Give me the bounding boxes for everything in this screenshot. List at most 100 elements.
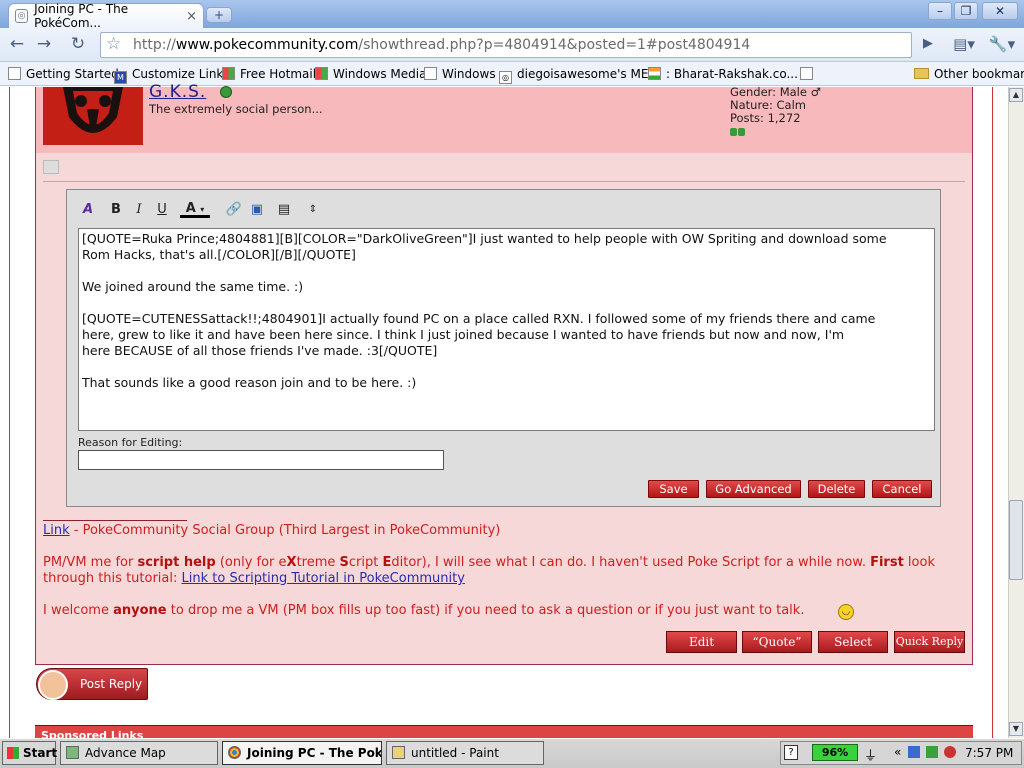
- restore-button[interactable]: ❐: [954, 2, 978, 20]
- reputation-icon: [730, 125, 746, 136]
- italic-button[interactable]: I: [129, 201, 149, 219]
- security-shield-icon[interactable]: [944, 746, 956, 758]
- address-bar[interactable]: http://www.pokecommunity.com/showthread.…: [100, 32, 912, 58]
- reason-for-editing-input[interactable]: [78, 450, 444, 470]
- underline-button[interactable]: U: [152, 201, 172, 219]
- signature-text: (only for e: [215, 555, 287, 570]
- task-chrome[interactable]: Joining PC - The Poké...: [222, 741, 382, 765]
- post-username[interactable]: G.K.S.: [149, 82, 206, 102]
- signature-divider: [43, 520, 187, 521]
- help-icon[interactable]: ?: [784, 745, 798, 760]
- windows-flag-icon: [315, 67, 328, 80]
- post-reply-label: Post Reply: [80, 677, 143, 691]
- power-plug-icon[interactable]: ⏚: [864, 745, 877, 764]
- edit-post-button[interactable]: Edit: [666, 631, 737, 653]
- advance-map-icon: [66, 746, 79, 759]
- bookmark-label: Other bookmarks: [934, 67, 1024, 81]
- forward-arrow-icon[interactable]: →: [32, 33, 56, 57]
- signature-text: - PokeCommunity Social Group (Third Larg…: [69, 523, 501, 538]
- bookmark-windows-media[interactable]: Windows Media: [315, 66, 426, 82]
- page-menu-icon[interactable]: ▤▾: [950, 33, 978, 57]
- quote-post-button[interactable]: “Quote”: [742, 631, 812, 653]
- url-prefix: http://: [133, 37, 176, 53]
- social-group-link[interactable]: Link: [43, 523, 70, 538]
- save-button[interactable]: Save: [648, 480, 699, 498]
- task-label: Joining PC - The Poké...: [247, 746, 382, 760]
- close-window-button[interactable]: ✕: [982, 2, 1018, 20]
- show-hidden-icons[interactable]: «: [894, 745, 901, 759]
- signature-text: PM/VM me for: [43, 555, 138, 570]
- page-icon: [800, 67, 813, 80]
- signature-text: I welcome: [43, 603, 114, 618]
- site-icon: ◎: [499, 71, 512, 84]
- india-flag-icon: [648, 67, 661, 80]
- scroll-up-arrow-icon[interactable]: ▲: [1009, 88, 1023, 102]
- network-icon[interactable]: [908, 746, 920, 758]
- signature-bold: anyone: [113, 603, 167, 618]
- start-button[interactable]: Start: [2, 741, 58, 765]
- bookmark-label: Windows: [442, 67, 496, 81]
- post-reply-button[interactable]: Post Reply: [36, 668, 148, 700]
- font-color-button[interactable]: A ▾: [180, 201, 210, 218]
- bookmark-free-hotmail[interactable]: Free Hotmail: [222, 66, 316, 82]
- insert-link-icon[interactable]: 🔗: [224, 201, 244, 219]
- quick-reply-button[interactable]: Quick Reply: [894, 631, 965, 653]
- windows-flag-icon: [222, 67, 235, 80]
- go-advanced-button[interactable]: Go Advanced: [706, 480, 801, 498]
- scroll-down-arrow-icon[interactable]: ▼: [1009, 722, 1023, 736]
- ram-logo-icon: [63, 87, 123, 133]
- reason-for-editing-label: Reason for Editing:: [78, 436, 183, 449]
- cancel-button[interactable]: Cancel: [872, 480, 932, 498]
- bookmark-bharat-rakshak[interactable]: : Bharat-Rakshak.co...: [648, 66, 798, 82]
- msn-icon: M: [114, 71, 127, 84]
- bookmark-unnamed[interactable]: [800, 66, 818, 82]
- signal-icon[interactable]: [926, 746, 938, 758]
- page-scrollbar[interactable]: [1008, 87, 1024, 738]
- bookmark-label: Customize Links: [132, 67, 230, 81]
- other-bookmarks[interactable]: Other bookmarks: [914, 66, 1024, 82]
- delete-button[interactable]: Delete: [808, 480, 865, 498]
- bookmark-label: diegoisawesome's ME...: [517, 67, 660, 81]
- bookmark-label: Getting Started: [26, 67, 119, 81]
- bookmark-customize-links[interactable]: M Customize Links: [114, 66, 230, 84]
- select-post-button[interactable]: Select: [818, 631, 888, 653]
- task-advance-map[interactable]: Advance Map: [60, 741, 218, 765]
- post-icon: [43, 160, 59, 174]
- bookmark-diegoisawesome[interactable]: ◎ diegoisawesome's ME...: [499, 66, 660, 84]
- insert-image-icon[interactable]: ▣: [247, 201, 267, 219]
- bookmark-label: Free Hotmail: [240, 67, 317, 81]
- bookmark-star-icon[interactable]: ☆: [106, 34, 121, 54]
- start-label: Start: [23, 746, 58, 760]
- insert-quote-icon[interactable]: ▤: [274, 201, 294, 219]
- bookmark-windows[interactable]: Windows: [424, 66, 496, 82]
- browser-tab[interactable]: ◎ Joining PC - The PokéCom... ×: [8, 2, 204, 30]
- go-arrow-icon[interactable]: ▶: [916, 33, 940, 57]
- clock[interactable]: 7:57 PM: [965, 746, 1013, 760]
- signature-line-3: through this tutorial: Link to Scripting…: [43, 571, 465, 586]
- resize-editor-icon[interactable]: ⇕: [303, 201, 323, 219]
- bookmark-getting-started[interactable]: Getting Started: [8, 66, 119, 82]
- page-icon: [8, 67, 21, 80]
- post-message-textarea[interactable]: [QUOTE=Ruka Prince;4804881][B][COLOR="Da…: [78, 228, 935, 431]
- close-tab-icon[interactable]: ×: [186, 9, 197, 24]
- paint-icon: [392, 746, 405, 759]
- smiley-icon: ◡: [838, 604, 854, 620]
- signature-text: cript: [348, 555, 383, 570]
- back-arrow-icon[interactable]: ←: [5, 33, 29, 57]
- remove-format-icon[interactable]: A: [78, 201, 98, 219]
- reload-icon[interactable]: ↻: [66, 33, 90, 57]
- signature-text: look: [903, 555, 935, 570]
- signature-bold: X: [286, 555, 297, 570]
- user-posts: Posts: 1,272: [730, 111, 801, 125]
- minimize-button[interactable]: –: [928, 2, 952, 20]
- new-tab-button[interactable]: +: [206, 7, 232, 23]
- task-paint[interactable]: untitled - Paint: [386, 741, 544, 765]
- wrench-menu-icon[interactable]: 🔧▾: [986, 33, 1018, 57]
- online-status-icon: [220, 86, 232, 98]
- windows-logo-icon: [7, 747, 19, 759]
- scripting-tutorial-link[interactable]: Link to Scripting Tutorial in PokeCommun…: [182, 571, 465, 586]
- battery-indicator[interactable]: 96%: [812, 744, 858, 761]
- bold-button[interactable]: B: [106, 201, 126, 219]
- scrollbar-thumb[interactable]: [1009, 500, 1023, 580]
- mascot-face-icon: [38, 670, 68, 700]
